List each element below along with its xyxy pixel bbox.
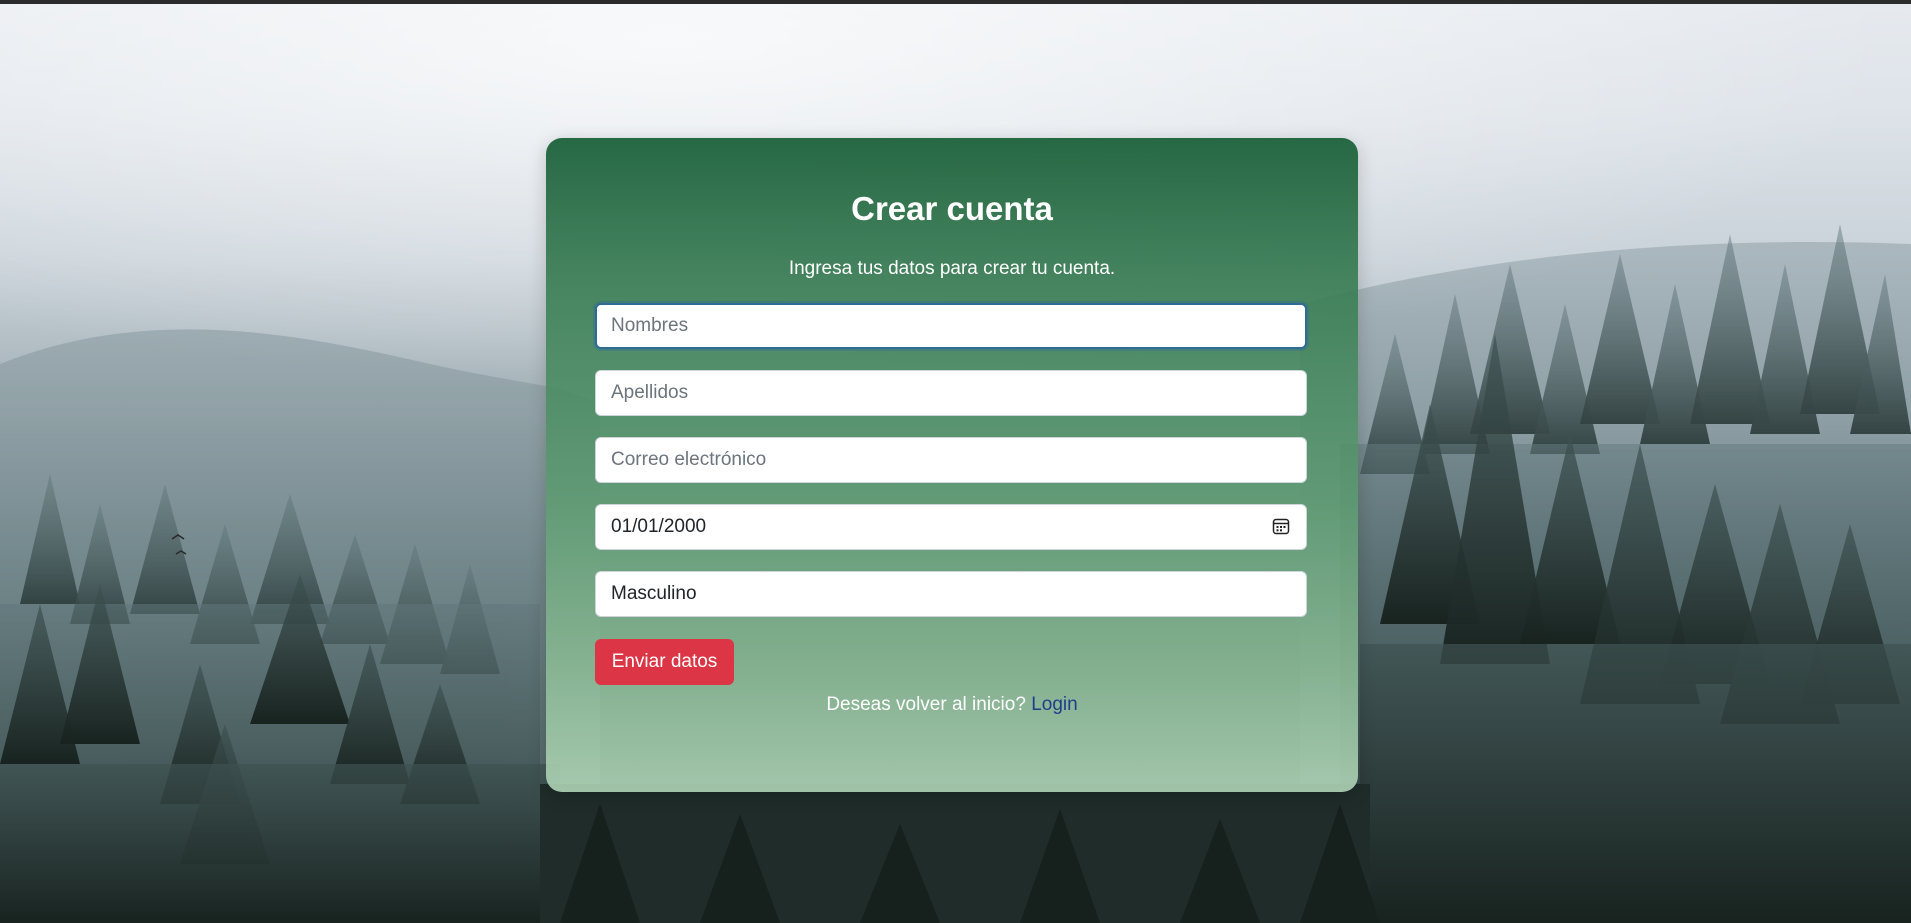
birth-date-input[interactable]: 01/01/2000 xyxy=(595,504,1307,550)
calendar-icon[interactable] xyxy=(1272,517,1290,535)
email-input[interactable] xyxy=(595,437,1307,483)
footer-prompt-text: Deseas volver al inicio? xyxy=(826,694,1026,715)
signup-card: Crear cuenta Ingresa tus datos para crea… xyxy=(546,138,1358,792)
login-link[interactable]: Login xyxy=(1031,694,1078,715)
birth-date-value: 01/01/2000 xyxy=(611,516,707,537)
page-background: Crear cuenta Ingresa tus datos para crea… xyxy=(0,4,1911,923)
footer-prompt: Deseas volver al inicio? Login xyxy=(546,694,1358,716)
gender-value: Masculino xyxy=(611,583,697,604)
page-subtitle: Ingresa tus datos para crear tu cuenta. xyxy=(788,258,1116,279)
submit-button[interactable]: Enviar datos xyxy=(595,639,734,685)
last-name-input[interactable] xyxy=(595,370,1307,416)
gender-select[interactable]: Masculino xyxy=(595,571,1307,617)
first-name-input[interactable] xyxy=(595,303,1307,349)
page-title: Crear cuenta xyxy=(851,190,1053,227)
